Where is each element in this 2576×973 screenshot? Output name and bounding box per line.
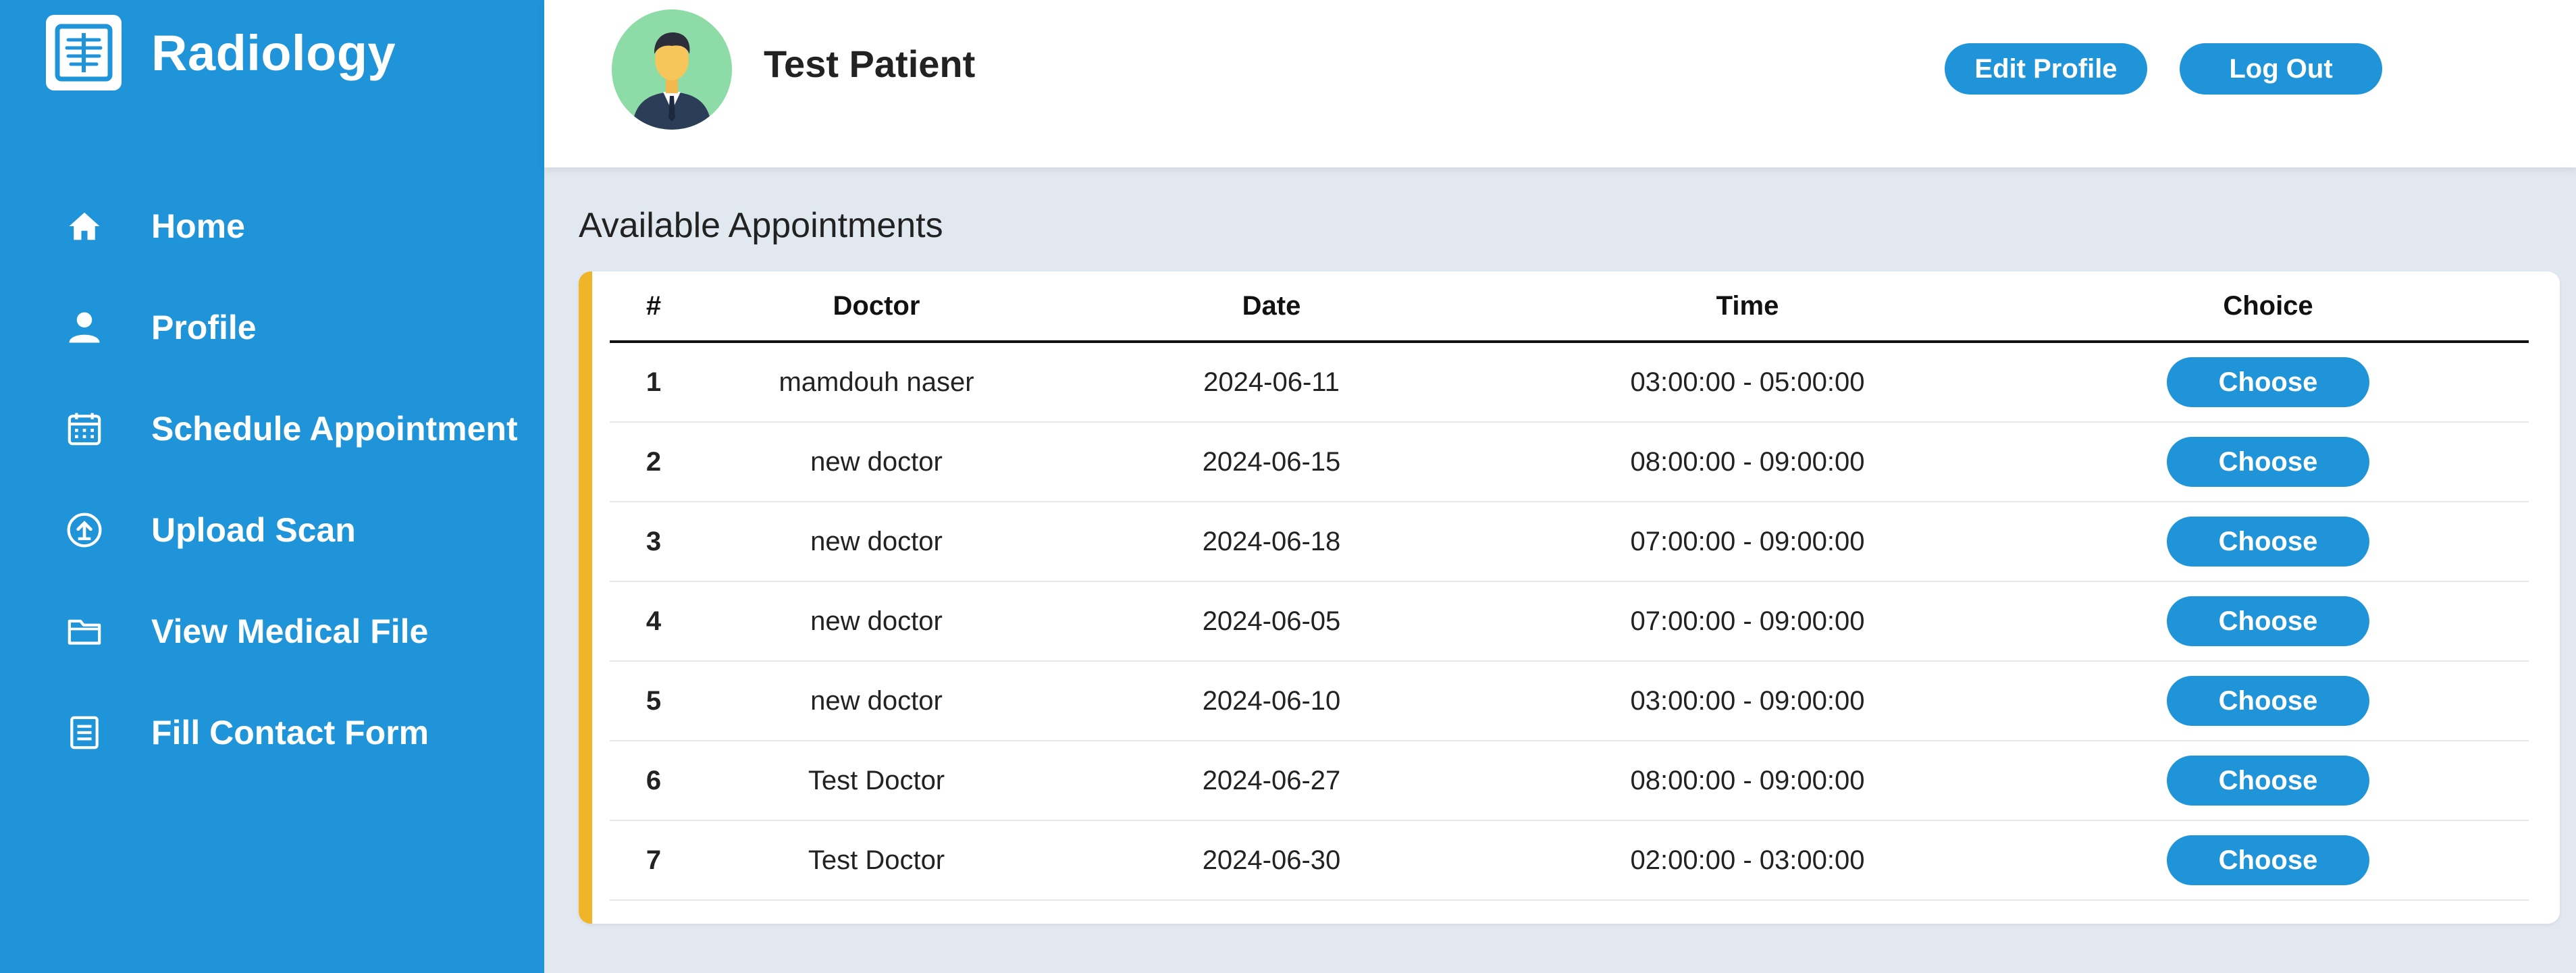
row-choice-cell: Choose [2007,661,2529,741]
row-doctor: new doctor [698,581,1055,662]
table-row: 7 Test Doctor 2024-06-30 02:00:00 - 03:0… [610,820,2529,901]
row-number: 2 [610,422,698,502]
logout-button[interactable]: Log Out [2180,43,2382,95]
row-time: 07:00:00 - 09:00:00 [1488,581,2007,662]
row-doctor: Test Doctor [698,741,1055,821]
row-date: 2024-06-18 [1055,502,1488,582]
brand[interactable]: Radiology [46,15,396,90]
row-date: 2024-06-27 [1055,741,1488,821]
sidebar-nav: Home Profile Schedule Appointment Upload… [0,176,544,783]
home-icon [65,207,104,246]
folder-icon [65,612,104,651]
sidebar-item-profile[interactable]: Profile [0,277,544,378]
column-header-number: # [610,271,698,343]
sidebar-item-label: Upload Scan [151,511,356,549]
section-title: Available Appointments [579,206,943,245]
sidebar-item-label: Profile [151,309,257,346]
sidebar-item-schedule-appointment[interactable]: Schedule Appointment [0,378,544,479]
row-time: 03:00:00 - 05:00:00 [1488,342,2007,423]
choose-button[interactable]: Choose [2167,596,2369,646]
top-bar: Test Patient Edit Profile Log Out [544,0,2576,167]
row-number: 1 [610,342,698,423]
choose-button[interactable]: Choose [2167,517,2369,567]
column-header-choice: Choice [2007,271,2529,343]
row-time: 03:00:00 - 09:00:00 [1488,661,2007,741]
row-date: 2024-06-30 [1055,820,1488,901]
row-date: 2024-06-15 [1055,422,1488,502]
sidebar: Radiology Home Profile Schedule Appointm… [0,0,544,973]
user-icon [65,308,104,347]
column-header-doctor: Doctor [698,271,1055,343]
table-row: 4 new doctor 2024-06-05 07:00:00 - 09:00… [610,581,2529,662]
sidebar-item-view-medical-file[interactable]: View Medical File [0,581,544,682]
appointments-card: # Doctor Date Time Choice 1 mamdouh nase… [579,271,2560,924]
avatar[interactable] [612,9,732,130]
row-doctor: Test Doctor [698,820,1055,901]
sidebar-item-label: Fill Contact Form [151,714,429,752]
row-date: 2024-06-05 [1055,581,1488,662]
row-doctor: new doctor [698,422,1055,502]
choose-button[interactable]: Choose [2167,835,2369,885]
column-header-date: Date [1055,271,1488,343]
row-time: 08:00:00 - 09:00:00 [1488,422,2007,502]
row-doctor: mamdouh naser [698,342,1055,423]
choose-button[interactable]: Choose [2167,756,2369,806]
row-choice-cell: Choose [2007,502,2529,582]
brand-title: Radiology [151,24,396,81]
sidebar-item-label: View Medical File [151,612,429,650]
row-date: 2024-06-10 [1055,661,1488,741]
row-choice-cell: Choose [2007,741,2529,821]
sidebar-item-home[interactable]: Home [0,176,544,277]
row-doctor: new doctor [698,661,1055,741]
table-header-row: # Doctor Date Time Choice [610,271,2529,343]
row-time: 07:00:00 - 09:00:00 [1488,502,2007,582]
table-row: 3 new doctor 2024-06-18 07:00:00 - 09:00… [610,502,2529,582]
row-number: 6 [610,741,698,821]
sidebar-item-upload-scan[interactable]: Upload Scan [0,479,544,581]
row-choice-cell: Choose [2007,581,2529,662]
row-choice-cell: Choose [2007,342,2529,423]
row-choice-cell: Choose [2007,422,2529,502]
table-row: 5 new doctor 2024-06-10 03:00:00 - 09:00… [610,661,2529,741]
table-row: 2 new doctor 2024-06-15 08:00:00 - 09:00… [610,422,2529,502]
row-time: 08:00:00 - 09:00:00 [1488,741,2007,821]
row-number: 3 [610,502,698,582]
table-row: 1 mamdouh naser 2024-06-11 03:00:00 - 05… [610,342,2529,423]
appointments-table: # Doctor Date Time Choice 1 mamdouh nase… [610,271,2529,901]
choose-button[interactable]: Choose [2167,357,2369,407]
calendar-icon [65,409,104,448]
upload-icon [65,510,104,550]
choose-button[interactable]: Choose [2167,437,2369,487]
sidebar-item-label: Home [151,207,245,245]
sidebar-item-fill-contact-form[interactable]: Fill Contact Form [0,682,544,783]
form-icon [65,713,104,752]
row-doctor: new doctor [698,502,1055,582]
sidebar-item-label: Schedule Appointment [151,410,518,448]
edit-profile-button[interactable]: Edit Profile [1945,43,2147,95]
row-number: 5 [610,661,698,741]
patient-name: Test Patient [764,43,976,85]
row-number: 7 [610,820,698,901]
row-number: 4 [610,581,698,662]
xray-icon [46,15,122,90]
table-row: 6 Test Doctor 2024-06-27 08:00:00 - 09:0… [610,741,2529,821]
row-choice-cell: Choose [2007,820,2529,901]
column-header-time: Time [1488,271,2007,343]
row-date: 2024-06-11 [1055,342,1488,423]
choose-button[interactable]: Choose [2167,676,2369,726]
row-time: 02:00:00 - 03:00:00 [1488,820,2007,901]
